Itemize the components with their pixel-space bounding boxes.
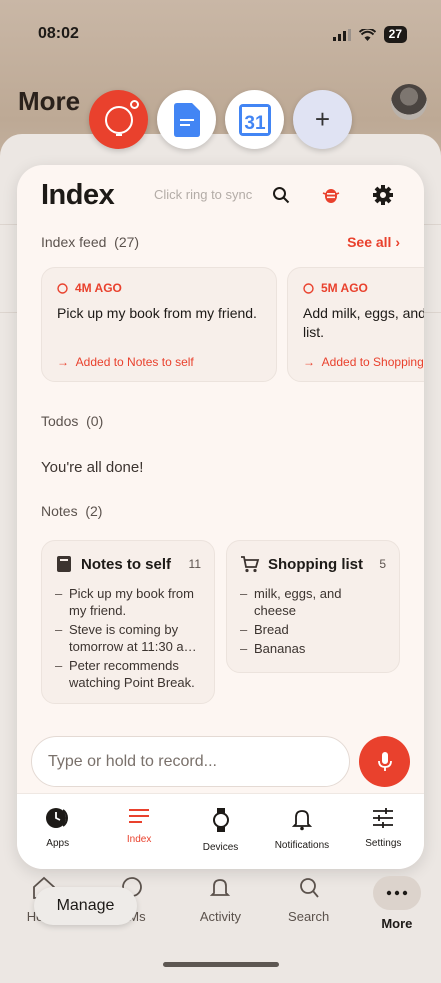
record-button[interactable] — [359, 736, 410, 787]
tab-devices[interactable]: Devices — [180, 794, 261, 869]
calendar-icon: 31 — [238, 103, 271, 136]
sync-hint: Click ring to sync — [154, 187, 253, 202]
todos-label: Todos (0) — [41, 413, 104, 429]
google-docs-shortcut[interactable] — [157, 90, 216, 149]
bg-nav-activity[interactable]: Activity — [176, 870, 264, 940]
todos-empty-message: You're all done! — [41, 459, 144, 476]
settings-gear-icon[interactable] — [372, 184, 394, 206]
search-icon[interactable] — [270, 184, 292, 206]
google-calendar-shortcut[interactable]: 31 — [225, 90, 284, 149]
list-item: milk, eggs, and cheese — [240, 585, 386, 619]
sliders-icon — [373, 808, 394, 828]
bg-nav-search[interactable]: Search — [265, 870, 353, 940]
note-header: Shopping list 5 — [240, 555, 386, 573]
index-ring-shortcut[interactable] — [89, 90, 148, 149]
feed-card[interactable]: 4M AGO Pick up my book from my friend. →… — [41, 267, 277, 382]
bg-nav-more[interactable]: More — [353, 870, 441, 940]
list-item: Bread — [240, 621, 386, 638]
notebook-icon — [57, 556, 71, 572]
notes-label: Notes (2) — [41, 503, 103, 519]
wifi-icon — [358, 28, 376, 41]
tab-apps[interactable]: Apps — [17, 794, 98, 869]
watch-icon — [212, 808, 229, 832]
apps-icon — [45, 808, 68, 828]
ring-status-dot — [130, 100, 139, 109]
add-shortcut-button[interactable]: + — [293, 90, 352, 149]
microphone-icon — [377, 751, 392, 771]
list-item: Pick up my book from my friend. — [55, 585, 201, 619]
plus-icon: + — [314, 104, 331, 134]
note-card-notes-to-self[interactable]: Notes to self 11 Pick up my book from my… — [41, 540, 215, 704]
status-bar: 08:02 27 — [0, 0, 441, 60]
docs-icon — [173, 102, 200, 137]
tab-index[interactable]: Index — [98, 794, 179, 869]
list-item: Steve is coming by tomorrow at 11:30 a… — [55, 621, 201, 655]
home-indicator[interactable] — [163, 962, 279, 967]
panel-title: Index — [41, 179, 115, 211]
signal-icon — [332, 28, 351, 41]
index-icon — [129, 809, 150, 823]
note-input-field[interactable]: Type or hold to record... — [31, 736, 350, 787]
background-page-title: More — [18, 86, 81, 116]
manage-button[interactable]: Manage — [34, 887, 137, 925]
tab-notifications[interactable]: Notifications — [261, 794, 342, 869]
feed-text: Pick up my book from my friend. — [57, 305, 257, 321]
battery-indicator: 27 — [383, 26, 407, 43]
search-icon — [296, 876, 322, 903]
avatar[interactable] — [391, 84, 427, 120]
more-icon — [372, 876, 421, 910]
note-header: Notes to self 11 — [55, 555, 201, 573]
note-items: Pick up my book from my friend. Steve is… — [55, 585, 201, 691]
index-panel: Index Click ring to sync Index feed (27)… — [17, 165, 424, 869]
status-time: 08:02 — [38, 25, 79, 42]
feed-added-link[interactable]: → Added to Notes to self — [57, 355, 194, 369]
index-feed-carousel[interactable]: 4M AGO Pick up my book from my friend. →… — [41, 267, 424, 383]
feed-time: 4M AGO — [57, 281, 261, 295]
feed-time: 5M AGO — [303, 281, 424, 295]
feed-added-link[interactable]: → Added to Shopping list — [303, 355, 424, 369]
clock-icon — [303, 282, 314, 294]
note-items: milk, eggs, and cheese Bread Bananas — [240, 585, 386, 657]
app-shortcuts: 31 + — [89, 90, 352, 149]
status-icons: 27 — [332, 26, 407, 43]
see-all-link[interactable]: See all › — [347, 234, 400, 250]
list-item: Peter recommends watching Point Break. — [55, 657, 201, 691]
tab-settings[interactable]: Settings — [343, 794, 424, 869]
feed-card[interactable]: 5M AGO Add milk, eggs, and shopping list… — [287, 267, 424, 382]
feed-text: Add milk, eggs, and shopping list. — [303, 305, 424, 340]
index-feed-label: Index feed (27) — [41, 234, 140, 250]
list-item: Bananas — [240, 640, 386, 657]
bug-report-icon[interactable] — [320, 184, 342, 206]
panel-bottom-nav: Apps Index Devices Notifications Setting… — [17, 793, 424, 869]
bell-icon — [291, 810, 312, 831]
svg-text:31: 31 — [244, 113, 266, 134]
input-placeholder: Type or hold to record... — [48, 752, 217, 770]
cart-icon — [241, 556, 260, 573]
clock-icon — [57, 282, 68, 294]
bell-icon — [207, 876, 233, 903]
note-card-shopping-list[interactable]: Shopping list 5 milk, eggs, and cheese B… — [226, 540, 400, 673]
